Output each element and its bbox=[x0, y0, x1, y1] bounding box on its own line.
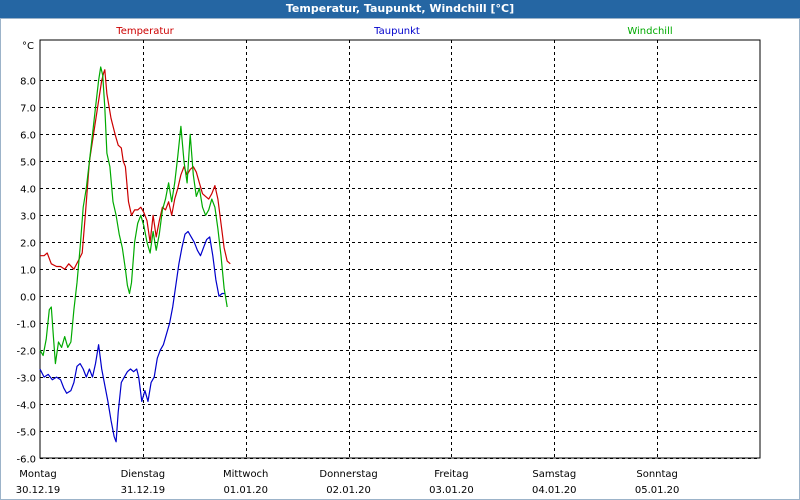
grid bbox=[39, 39, 761, 459]
day-date-label: 31.12.19 bbox=[121, 485, 166, 496]
day-date-label: 30.12.19 bbox=[16, 485, 61, 496]
axes: 8.0 7.0 6.0 5.0 4.0 3.0 2.0 1.0 0.0 -1.0 -2.0 -3.0 -… bbox=[16, 41, 680, 496]
y-tick-label: 7.0 bbox=[20, 104, 36, 115]
legend-temperatur: Temperatur bbox=[115, 26, 174, 37]
y-tick-label: -2.0 bbox=[16, 347, 36, 358]
day-name-label: Montag bbox=[19, 469, 56, 480]
day-name-label: Samstag bbox=[532, 469, 576, 480]
chart-window: Temperatur, Taupunkt, Windchill [°C] 8.0… bbox=[0, 0, 800, 500]
y-tick-label: -6.0 bbox=[16, 455, 36, 466]
y-tick-label: 5.0 bbox=[20, 158, 36, 169]
day-name-label: Freitag bbox=[434, 469, 468, 480]
day-date-label: 02.01.20 bbox=[326, 485, 371, 496]
day-date-label: 01.01.20 bbox=[223, 485, 268, 496]
y-tick-label: -3.0 bbox=[16, 374, 36, 385]
y-axis-unit: °C bbox=[22, 41, 34, 52]
legend: Temperatur Taupunkt Windchill bbox=[115, 26, 672, 37]
y-tick-label: 8.0 bbox=[20, 77, 36, 88]
legend-taupunkt: Taupunkt bbox=[373, 26, 420, 37]
day-date-label: 04.01.20 bbox=[532, 485, 577, 496]
day-name-label: Mittwoch bbox=[223, 469, 268, 480]
legend-windchill: Windchill bbox=[627, 26, 672, 37]
day-date-label: 03.01.20 bbox=[429, 485, 474, 496]
y-tick-label: -1.0 bbox=[16, 320, 36, 331]
y-tick-label: -5.0 bbox=[16, 428, 36, 439]
y-tick-label: -4.0 bbox=[16, 401, 36, 412]
y-tick-label: 1.0 bbox=[20, 266, 36, 277]
series-lines bbox=[39, 66, 231, 443]
y-tick-label: 2.0 bbox=[20, 239, 36, 250]
day-name-label: Dienstag bbox=[121, 469, 166, 480]
weather-chart: 8.0 7.0 6.0 5.0 4.0 3.0 2.0 1.0 0.0 -1.0 -2.0 -3.0 -… bbox=[16, 26, 761, 496]
window-title: Temperatur, Taupunkt, Windchill [°C] bbox=[0, 0, 800, 18]
y-tick-label: 0.0 bbox=[20, 293, 36, 304]
day-name-label: Donnerstag bbox=[319, 469, 377, 480]
day-date-label: 05.01.20 bbox=[635, 485, 680, 496]
plot-border bbox=[39, 39, 761, 459]
y-tick-label: 4.0 bbox=[20, 185, 36, 196]
y-tick-label: 6.0 bbox=[20, 131, 36, 142]
day-name-label: Sonntag bbox=[636, 469, 678, 480]
series-line-windchill bbox=[39, 66, 228, 365]
y-tick-label: 3.0 bbox=[20, 212, 36, 223]
